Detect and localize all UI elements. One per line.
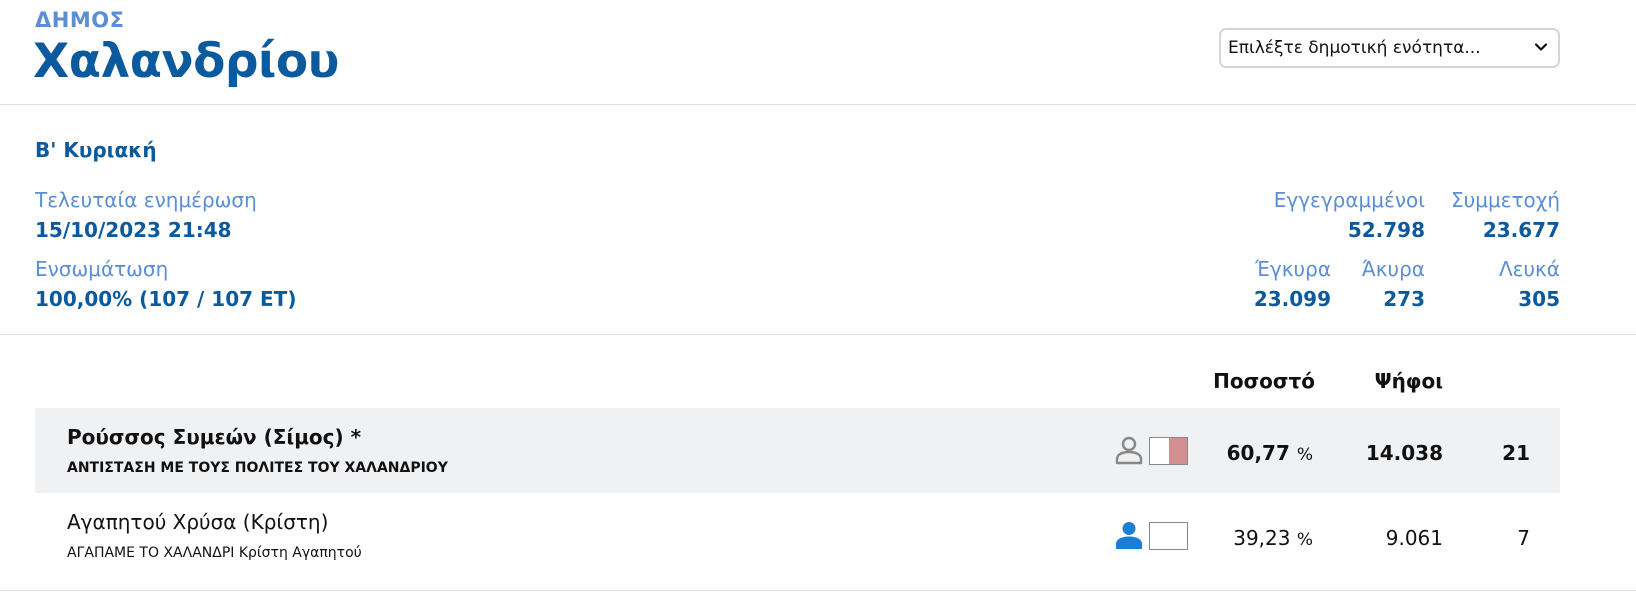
registered-label: Εγγεγραμμένοι bbox=[1273, 188, 1425, 212]
page-header: ΔΗΜΟΣ Χαλανδρίου Επιλέξτε δημοτική ενότη… bbox=[0, 0, 1636, 105]
table-row: Αγαπητού Χρύσα (Κρίστη) ΑΓΑΠΑΜΕ ΤΟ ΧΑΛΑΝ… bbox=[35, 493, 1560, 578]
votes-column-header: Ψήφοι bbox=[1374, 369, 1443, 393]
turnout-label: Συμμετοχή bbox=[1451, 188, 1560, 212]
candidate-name: Ρούσσος Συμεών (Σίμος) * bbox=[67, 425, 362, 449]
candidate-percent: 60,77 % bbox=[1226, 441, 1313, 465]
candidate-votes: 9.061 bbox=[1385, 526, 1443, 550]
blank-label: Λευκά bbox=[1498, 257, 1560, 281]
candidate-seats: 21 bbox=[1502, 441, 1530, 465]
candidate-votes: 14.038 bbox=[1365, 441, 1443, 465]
table-row: Ρούσσος Συμεών (Σίμος) * ΑΝΤΙΣΤΑΣΗ ΜΕ ΤΟ… bbox=[35, 408, 1560, 493]
seat-bar-fill bbox=[1168, 438, 1187, 464]
invalid-label: Άκυρα bbox=[1361, 257, 1425, 281]
municipal-unit-select-value: Επιλέξτε δημοτική ενότητα... bbox=[1228, 38, 1481, 58]
registered-value: 52.798 bbox=[1347, 218, 1425, 242]
valid-label: Έγκυρα bbox=[1255, 257, 1331, 281]
municipality-prefix: ΔΗΜΟΣ bbox=[35, 8, 125, 32]
blank-value: 305 bbox=[1518, 287, 1560, 311]
turnout-value: 23.677 bbox=[1482, 218, 1560, 242]
candidate-percent: 39,23 % bbox=[1233, 526, 1313, 550]
section-divider bbox=[0, 334, 1636, 335]
person-outline-icon bbox=[1115, 436, 1143, 465]
incorporation-value: 100,00% (107 / 107 ΕΤ) bbox=[35, 287, 297, 311]
candidate-name: Αγαπητού Χρύσα (Κρίστη) bbox=[67, 510, 329, 534]
election-round: Β' Κυριακή bbox=[35, 138, 157, 162]
candidate-seats: 7 bbox=[1517, 526, 1530, 550]
candidate-party: ΑΝΤΙΣΤΑΣΗ ΜΕ ΤΟΥΣ ΠΟΛΙΤΕΣ ΤΟΥ ΧΑΛΑΝΔΡΙΟΥ bbox=[67, 460, 448, 476]
seat-bar bbox=[1149, 437, 1188, 465]
percent-column-header: Ποσοστό bbox=[1213, 369, 1315, 393]
valid-value: 23.099 bbox=[1253, 287, 1331, 311]
invalid-value: 273 bbox=[1383, 287, 1425, 311]
page-title: Χαλανδρίου bbox=[33, 34, 339, 89]
table-bottom-divider bbox=[0, 590, 1636, 591]
last-update-value: 15/10/2023 21:48 bbox=[35, 218, 232, 242]
municipal-unit-select[interactable]: Επιλέξτε δημοτική ενότητα... bbox=[1219, 28, 1560, 68]
candidate-party: ΑΓΑΠΑΜΕ ΤΟ ΧΑΛΑΝΔΡΙ Κρίστη Αγαπητού bbox=[67, 545, 362, 561]
seat-bar bbox=[1149, 522, 1188, 550]
person-filled-icon bbox=[1116, 522, 1142, 549]
incorporation-label: Ενσωμάτωση bbox=[35, 257, 169, 281]
chevron-down-icon bbox=[1534, 43, 1548, 51]
last-update-label: Τελευταία ενημέρωση bbox=[35, 188, 257, 212]
